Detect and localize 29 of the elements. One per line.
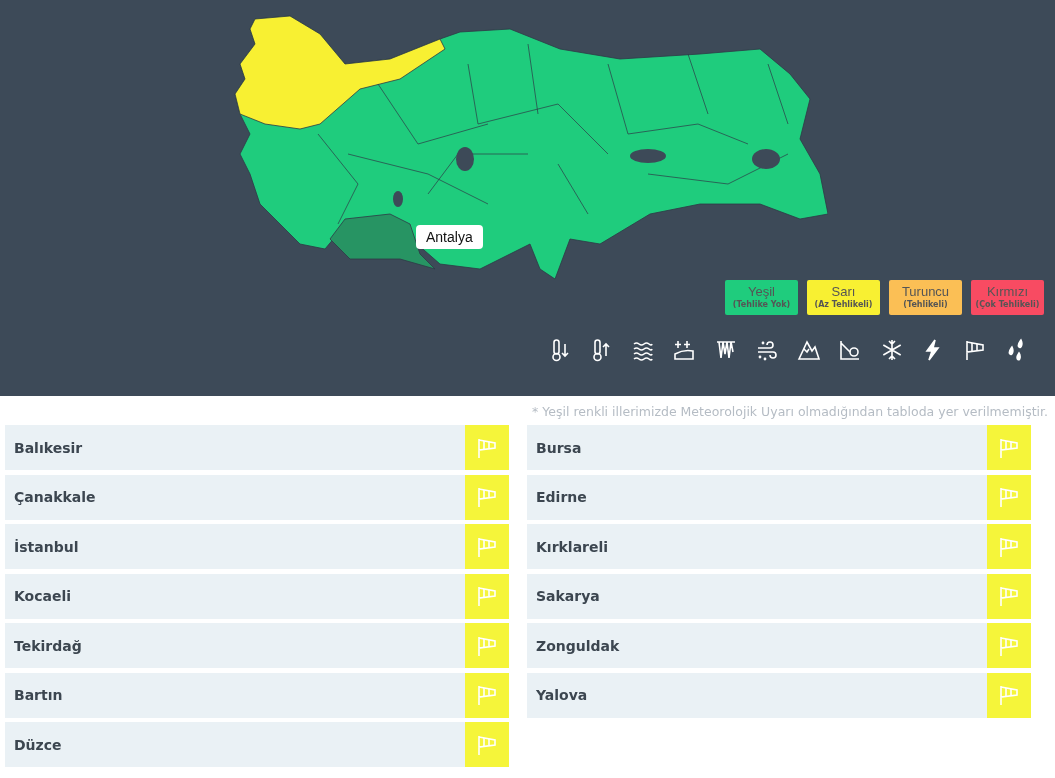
- city-name: Balıkesir: [13, 439, 83, 456]
- legend-item: Sarı (Az Tehlikeli): [807, 280, 880, 315]
- footnote: * Yeşil renkli illerimizde Meteorolojik Uyarı olmadığından tabloda yer verilmemiştir.: [531, 404, 1048, 419]
- map-tooltip: Antalya: [416, 225, 483, 249]
- legend-item: Kırmızı (Çok Tehlikeli): [971, 280, 1044, 315]
- city-name: Edirne: [535, 489, 587, 505]
- slope-boulder-icon[interactable]: [838, 338, 862, 362]
- mountain-icon[interactable]: [796, 338, 821, 362]
- windsock-icon: [997, 485, 1021, 509]
- city-name: Kırklareli: [535, 538, 609, 555]
- city-name: Bartın: [13, 687, 63, 703]
- city-name: Sakarya: [535, 588, 600, 604]
- windsock-icon: [997, 683, 1021, 707]
- legend-item: Turuncu (Tehlikeli): [889, 280, 962, 315]
- windsock-icon: [475, 485, 499, 509]
- city-name: Çanakkale: [13, 489, 96, 505]
- city-name: Düzce: [13, 736, 62, 753]
- snow-ground-icon[interactable]: [672, 338, 696, 362]
- city-name: Kocaeli: [13, 588, 72, 604]
- city-name: İstanbul: [13, 538, 79, 555]
- city-name: Bursa: [535, 439, 582, 456]
- city-name: Tekirdağ: [13, 637, 82, 654]
- city-name: Yalova: [535, 687, 588, 703]
- windsock-icon: [997, 584, 1021, 608]
- windsock-icon: [475, 584, 499, 608]
- windsock-icon: [475, 683, 499, 707]
- legend-item: Yeşil (Tehlike Yok): [725, 280, 798, 315]
- city-name: Zonguldak: [535, 637, 620, 654]
- blowing-snow-icon[interactable]: [755, 338, 779, 362]
